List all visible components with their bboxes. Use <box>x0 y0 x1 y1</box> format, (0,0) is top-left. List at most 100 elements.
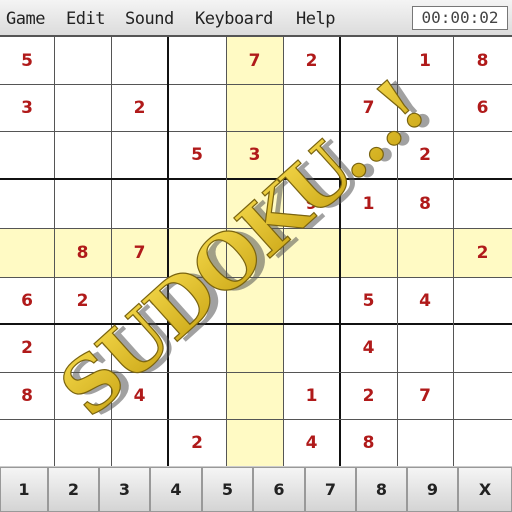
cell-r4-c4[interactable] <box>226 228 283 277</box>
key-clear[interactable]: X <box>458 467 512 512</box>
cell-r3-c0[interactable] <box>0 179 54 228</box>
cell-r0-c5[interactable]: 2 <box>283 37 340 84</box>
cell-r1-c8[interactable]: 6 <box>453 84 512 131</box>
menu-edit[interactable]: Edit <box>66 9 105 29</box>
cell-r5-c1[interactable]: 2 <box>54 277 111 324</box>
cell-r7-c8[interactable] <box>453 372 512 419</box>
cell-r1-c3[interactable] <box>168 84 226 131</box>
cell-r0-c8[interactable]: 8 <box>453 37 512 84</box>
menu-keyboard[interactable]: Keyboard <box>195 9 273 29</box>
cell-r3-c5[interactable]: 9 <box>283 179 340 228</box>
cell-r8-c3[interactable]: 2 <box>168 419 226 466</box>
cell-r7-c1[interactable] <box>54 372 111 419</box>
cell-r0-c6[interactable] <box>340 37 397 84</box>
cell-r1-c7[interactable] <box>397 84 453 131</box>
cell-r6-c8[interactable] <box>453 324 512 372</box>
cell-r2-c4[interactable]: 3 <box>226 131 283 179</box>
cell-r2-c5[interactable] <box>283 131 340 179</box>
cell-r2-c3[interactable]: 5 <box>168 131 226 179</box>
cell-r0-c4[interactable]: 7 <box>226 37 283 84</box>
cell-r1-c4[interactable] <box>226 84 283 131</box>
cell-r2-c6[interactable] <box>340 131 397 179</box>
cell-r6-c0[interactable]: 2 <box>0 324 54 372</box>
cell-r6-c3[interactable] <box>168 324 226 372</box>
cell-r8-c5[interactable]: 4 <box>283 419 340 466</box>
cell-r1-c5[interactable] <box>283 84 340 131</box>
cell-r8-c8[interactable] <box>453 419 512 466</box>
key-6[interactable]: 6 <box>253 467 305 512</box>
key-9[interactable]: 9 <box>407 467 458 512</box>
cell-r2-c8[interactable] <box>453 131 512 179</box>
cell-r8-c6[interactable]: 8 <box>340 419 397 466</box>
cell-r1-c2[interactable]: 2 <box>111 84 168 131</box>
cell-r3-c8[interactable] <box>453 179 512 228</box>
cell-r8-c2[interactable] <box>111 419 168 466</box>
cell-r5-c8[interactable] <box>453 277 512 324</box>
cell-r1-c1[interactable] <box>54 84 111 131</box>
cell-r1-c6[interactable]: 7 <box>340 84 397 131</box>
cell-r3-c6[interactable]: 1 <box>340 179 397 228</box>
cell-r7-c4[interactable] <box>226 372 283 419</box>
cell-r2-c1[interactable] <box>54 131 111 179</box>
cell-r5-c3[interactable] <box>168 277 226 324</box>
timer-display: 00:00:02 <box>412 6 508 30</box>
menu-game[interactable]: Game <box>6 9 45 29</box>
cell-r8-c0[interactable] <box>0 419 54 466</box>
cell-r4-c0[interactable] <box>0 228 54 277</box>
cell-r6-c1[interactable] <box>54 324 111 372</box>
cell-r5-c5[interactable] <box>283 277 340 324</box>
cell-r4-c8[interactable]: 2 <box>453 228 512 277</box>
cell-r4-c1[interactable]: 8 <box>54 228 111 277</box>
cell-r4-c5[interactable] <box>283 228 340 277</box>
cell-r1-c0[interactable]: 3 <box>0 84 54 131</box>
cell-r2-c2[interactable] <box>111 131 168 179</box>
grid-line <box>453 37 454 466</box>
key-5[interactable]: 5 <box>202 467 253 512</box>
menu-help[interactable]: Help <box>296 9 335 29</box>
cell-r3-c1[interactable] <box>54 179 111 228</box>
cell-r7-c6[interactable]: 2 <box>340 372 397 419</box>
cell-r5-c4[interactable] <box>226 277 283 324</box>
menu-bar: Game Edit Sound Keyboard Help 00:00:02 <box>0 0 512 37</box>
cell-r6-c5[interactable] <box>283 324 340 372</box>
cell-r3-c4[interactable] <box>226 179 283 228</box>
cell-r4-c7[interactable] <box>397 228 453 277</box>
cell-r5-c6[interactable]: 5 <box>340 277 397 324</box>
cell-r2-c7[interactable]: 2 <box>397 131 453 179</box>
key-2[interactable]: 2 <box>48 467 99 512</box>
cell-r6-c2[interactable] <box>111 324 168 372</box>
cell-r6-c4[interactable] <box>226 324 283 372</box>
cell-r6-c7[interactable] <box>397 324 453 372</box>
cell-r4-c3[interactable] <box>168 228 226 277</box>
cell-r8-c7[interactable] <box>397 419 453 466</box>
cell-r3-c2[interactable] <box>111 179 168 228</box>
cell-r7-c3[interactable] <box>168 372 226 419</box>
cell-r6-c6[interactable]: 4 <box>340 324 397 372</box>
cell-r3-c3[interactable] <box>168 179 226 228</box>
cell-r7-c5[interactable]: 1 <box>283 372 340 419</box>
cell-r4-c6[interactable] <box>340 228 397 277</box>
key-3[interactable]: 3 <box>99 467 150 512</box>
cell-r7-c2[interactable]: 4 <box>111 372 168 419</box>
cell-r5-c2[interactable] <box>111 277 168 324</box>
cell-r5-c7[interactable]: 4 <box>397 277 453 324</box>
cell-r8-c4[interactable] <box>226 419 283 466</box>
cell-r5-c0[interactable]: 6 <box>0 277 54 324</box>
menu-sound[interactable]: Sound <box>125 9 174 29</box>
cell-r0-c1[interactable] <box>54 37 111 84</box>
key-7[interactable]: 7 <box>305 467 356 512</box>
key-4[interactable]: 4 <box>150 467 202 512</box>
cell-r0-c7[interactable]: 1 <box>397 37 453 84</box>
cell-r0-c3[interactable] <box>168 37 226 84</box>
key-1[interactable]: 1 <box>0 467 48 512</box>
cell-r7-c0[interactable]: 8 <box>0 372 54 419</box>
cell-r8-c1[interactable] <box>54 419 111 466</box>
key-8[interactable]: 8 <box>356 467 407 512</box>
cell-r3-c7[interactable]: 8 <box>397 179 453 228</box>
cell-r2-c0[interactable] <box>0 131 54 179</box>
grid-line <box>0 228 512 229</box>
cell-r0-c0[interactable]: 5 <box>0 37 54 84</box>
cell-r7-c7[interactable]: 7 <box>397 372 453 419</box>
cell-r4-c2[interactable]: 7 <box>111 228 168 277</box>
cell-r0-c2[interactable] <box>111 37 168 84</box>
